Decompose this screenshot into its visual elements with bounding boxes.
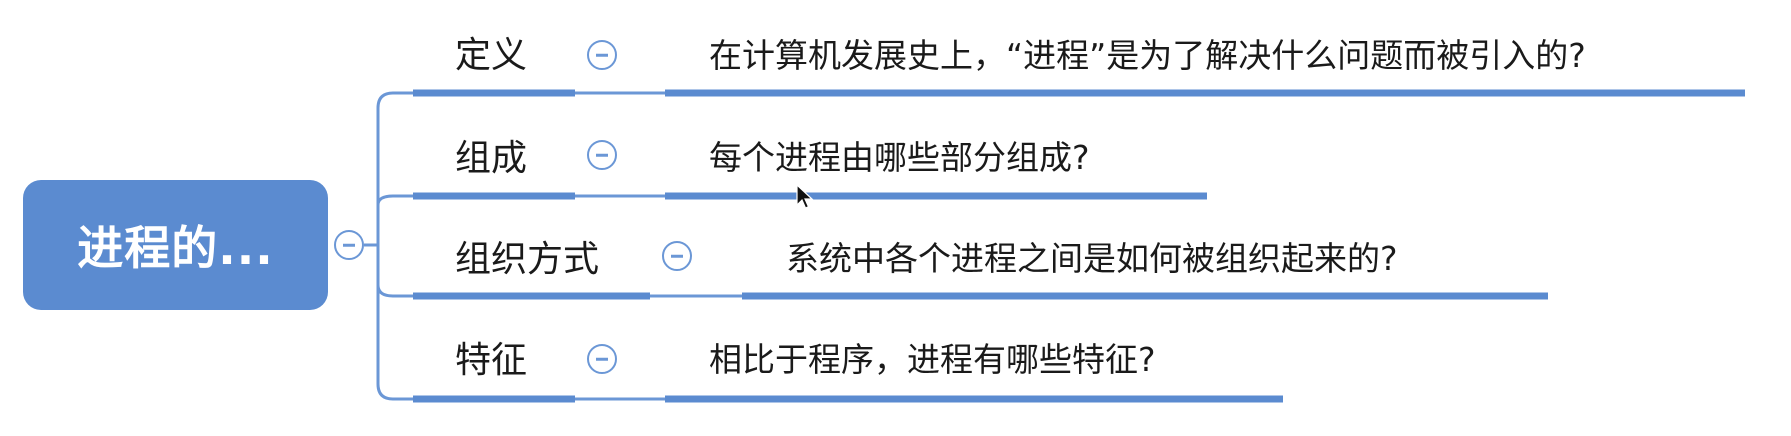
branch-connector-3 [376,284,413,298]
branch-text-features[interactable]: 相比于程序，进程有哪些特征? [709,343,1156,376]
branch-connector-4 [376,245,413,401]
branch-collapse-icon-composition[interactable] [587,140,617,170]
branch-connector-2 [376,194,413,206]
root-node-label: 进程的... [77,221,274,275]
root-node[interactable]: 进程的... [23,180,328,310]
root-collapse-icon[interactable] [334,230,364,260]
branch-label-composition[interactable]: 组成 [455,141,527,177]
mouse-pointer-icon [796,184,814,209]
branch-text-definition[interactable]: 在计算机发展史上，“进程”是为了解决什么问题而被引入的? [709,39,1586,72]
branch-text-organization[interactable]: 系统中各个进程之间是如何被组织起来的? [786,242,1398,275]
branch-collapse-icon-definition[interactable] [587,40,617,70]
mind-map-canvas: 进程的... 定义 在计算机发展史上，“进程”是为了解决什么问题而被引入的? 组… [0,0,1791,436]
branch-label-definition[interactable]: 定义 [455,38,527,74]
branch-connector-1 [376,91,413,245]
branch-label-features[interactable]: 特征 [455,343,527,379]
branch-collapse-icon-features[interactable] [587,344,617,374]
branch-label-organization[interactable]: 组织方式 [455,242,599,278]
branch-collapse-icon-organization[interactable] [662,241,692,271]
branch-text-composition[interactable]: 每个进程由哪些部分组成? [709,141,1090,174]
